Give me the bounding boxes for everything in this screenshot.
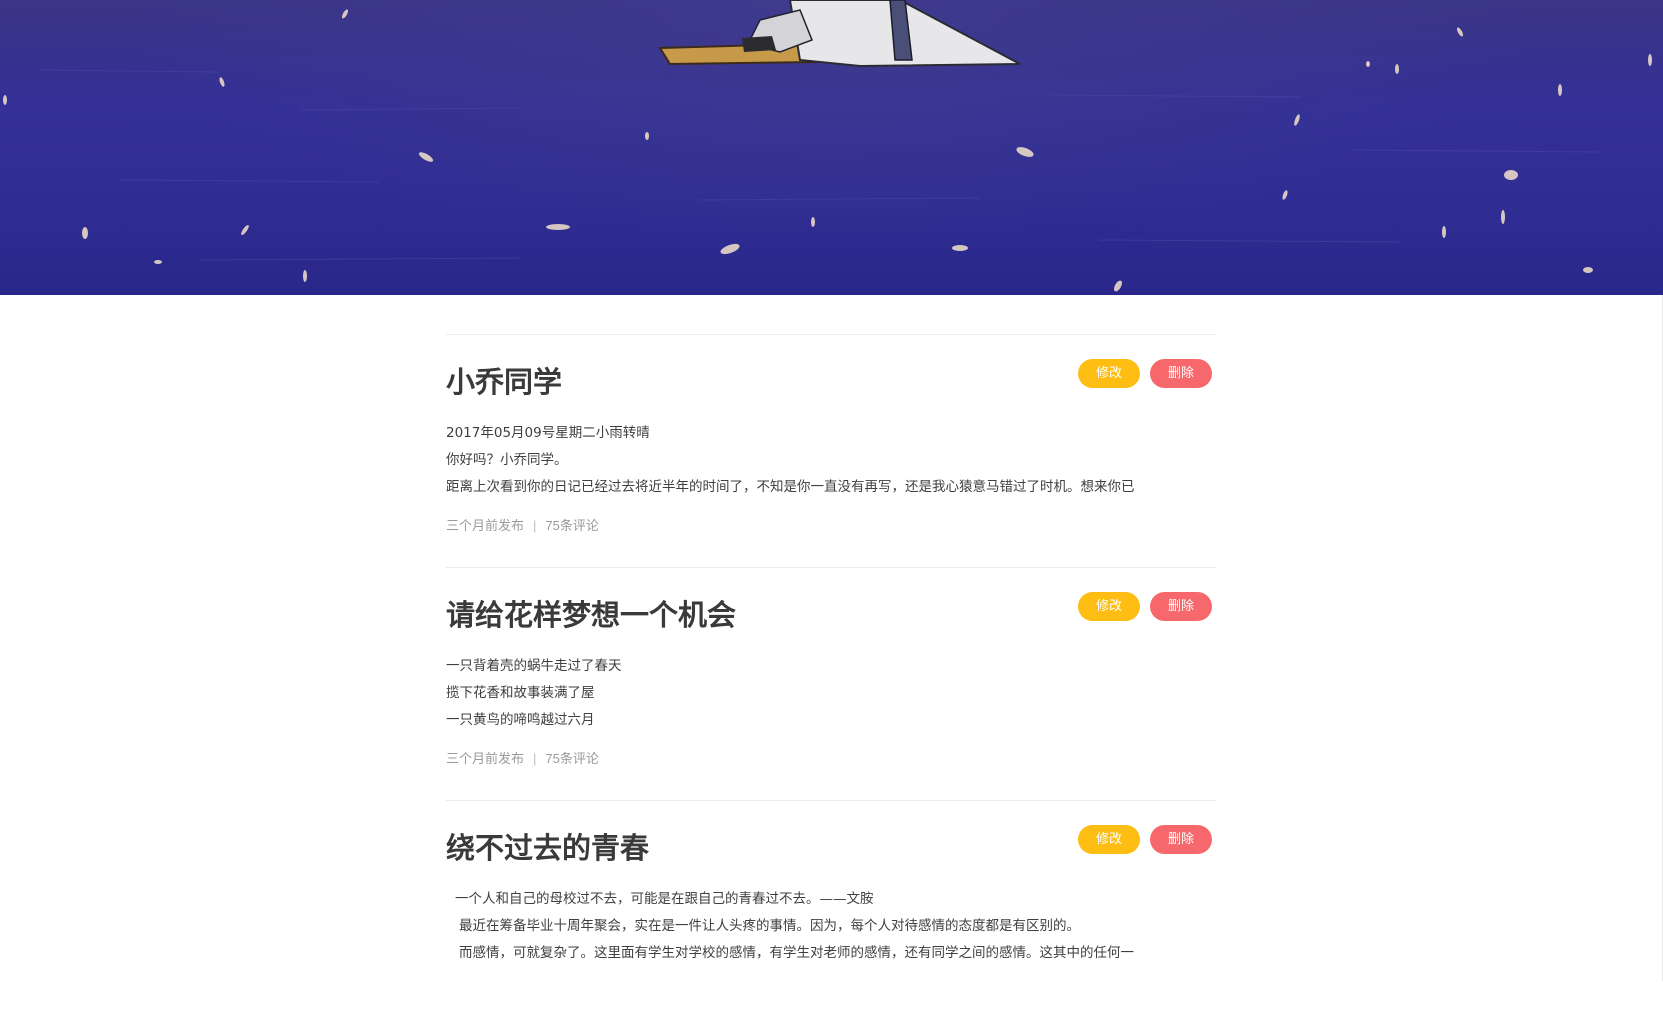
excerpt-line: 一个人和自己的母校过不去，可能是在跟自己的青春过不去。——文胺	[455, 891, 874, 907]
post-item: 小乔同学 修改 删除 2017年05月09号星期二小雨转晴 你好吗？小乔同学。 …	[446, 334, 1217, 567]
post-excerpt: 2017年05月09号星期二小雨转晴 你好吗？小乔同学。 距离上次看到你的日记已…	[446, 420, 1217, 501]
post-time: 三个月前发布	[446, 751, 525, 766]
post-actions: 修改 删除	[1078, 359, 1212, 388]
post-meta: 三个月前发布 | 75条评论	[446, 748, 599, 767]
edit-button[interactable]: 修改	[1078, 825, 1140, 854]
delete-button[interactable]: 删除	[1150, 592, 1212, 621]
edit-button[interactable]: 修改	[1078, 359, 1140, 388]
meta-separator: |	[533, 518, 537, 533]
post-actions: 修改 删除	[1078, 592, 1212, 621]
edit-button[interactable]: 修改	[1078, 592, 1140, 621]
hero-banner	[0, 0, 1663, 295]
delete-button[interactable]: 删除	[1150, 825, 1212, 854]
excerpt-line: 2017年05月09号星期二小雨转晴	[446, 425, 650, 441]
excerpt-line: 最近在筹备毕业十周年聚会，实在是一件让人头疼的事情。因为，每个人对待感情的态度都…	[459, 918, 1080, 934]
post-title[interactable]: 绕不过去的青春	[446, 831, 649, 867]
excerpt-line: 一只背着壳的蜗牛走过了春天	[446, 658, 622, 674]
excerpt-line: 你好吗？小乔同学。	[446, 452, 568, 468]
post-item: 绕不过去的青春 修改 删除 一个人和自己的母校过不去，可能是在跟自己的青春过不去…	[446, 800, 1217, 1033]
post-actions: 修改 删除	[1078, 825, 1212, 854]
delete-button[interactable]: 删除	[1150, 359, 1212, 388]
post-title[interactable]: 请给花样梦想一个机会	[446, 598, 736, 634]
post-comments[interactable]: 75条评论	[545, 751, 598, 766]
post-title[interactable]: 小乔同学	[446, 365, 562, 401]
post-meta: 三个月前发布 | 75条评论	[446, 515, 599, 534]
post-time: 三个月前发布	[446, 518, 525, 533]
excerpt-line: 揽下花香和故事装满了屋	[446, 685, 595, 701]
excerpt-line: 距离上次看到你的日记已经过去将近半年的时间了，不知是你一直没有再写，还是我心猿意…	[446, 479, 1135, 495]
post-list: 小乔同学 修改 删除 2017年05月09号星期二小雨转晴 你好吗？小乔同学。 …	[446, 334, 1217, 1033]
meta-separator: |	[533, 751, 537, 766]
post-comments[interactable]: 75条评论	[545, 518, 598, 533]
post-item: 请给花样梦想一个机会 修改 删除 一只背着壳的蜗牛走过了春天 揽下花香和故事装满…	[446, 567, 1217, 800]
post-excerpt: 一个人和自己的母校过不去，可能是在跟自己的青春过不去。——文胺 最近在筹备毕业十…	[446, 886, 1217, 967]
excerpt-line: 一只黄鸟的啼鸣越过六月	[446, 712, 595, 728]
hero-illustration	[3, 0, 1652, 292]
post-excerpt: 一只背着壳的蜗牛走过了春天 揽下花香和故事装满了屋 一只黄鸟的啼鸣越过六月	[446, 653, 1217, 734]
excerpt-line: 而感情，可就复杂了。这里面有学生对学校的感情，有学生对老师的感情，还有同学之间的…	[459, 945, 1134, 961]
